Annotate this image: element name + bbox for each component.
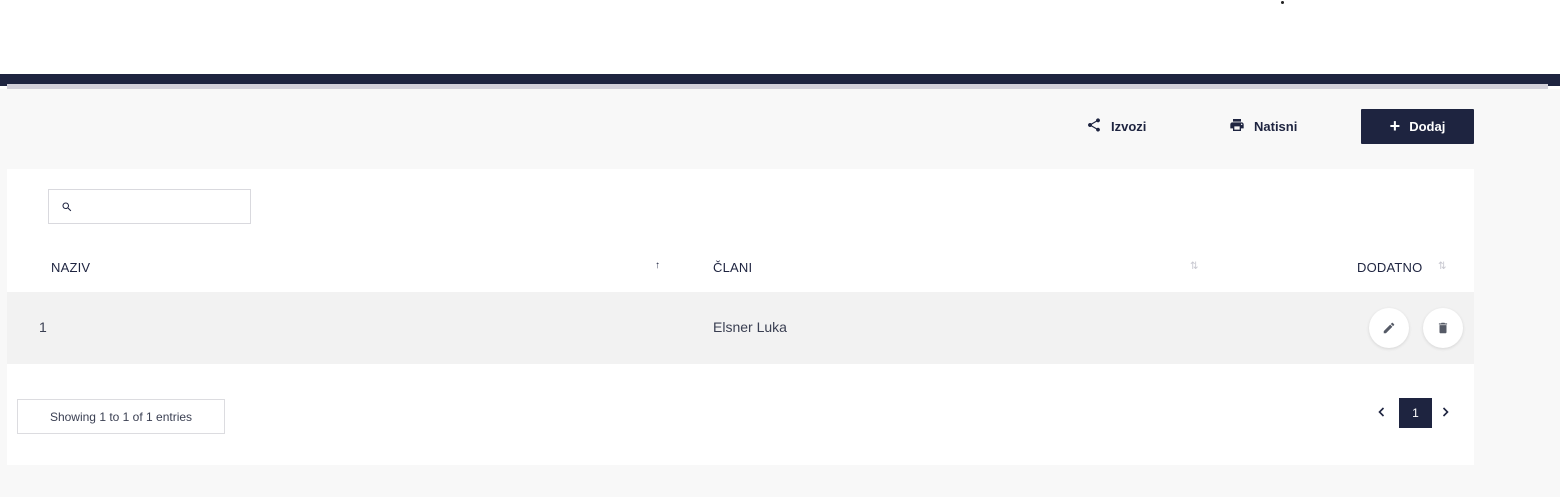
print-button[interactable]: Natisni — [1229, 109, 1297, 144]
cell-clani: Elsner Luka — [713, 319, 787, 335]
top-bar — [0, 0, 1560, 74]
sort-icon[interactable]: ⇅ — [1438, 262, 1446, 272]
export-button[interactable]: Izvozi — [1086, 109, 1146, 144]
export-label: Izvozi — [1111, 119, 1147, 134]
search-icon — [62, 202, 72, 212]
pencil-icon — [1383, 322, 1395, 334]
plus-icon: + — [1389, 115, 1401, 136]
pagination-next[interactable] — [1435, 400, 1455, 424]
column-header-naziv[interactable]: NAZIV — [51, 260, 90, 275]
print-label: Natisni — [1254, 119, 1298, 134]
pagination-previous[interactable] — [1372, 400, 1392, 424]
cell-naziv: 1 — [39, 319, 47, 335]
search-box — [48, 189, 251, 224]
search-input[interactable] — [79, 191, 247, 222]
table-card: NAZIV ↑ ČLANI ⇅ DODATNO ⇅ 1 Elsner Luka … — [7, 169, 1474, 465]
printer-icon — [1229, 117, 1245, 136]
sort-ascending-icon[interactable]: ↑ — [655, 261, 660, 271]
trash-icon — [1438, 322, 1448, 334]
table-row: 1 Elsner Luka — [7, 292, 1474, 364]
delete-button[interactable] — [1423, 308, 1463, 348]
pagination-page[interactable]: 1 — [1399, 398, 1432, 428]
add-button[interactable]: + Dodaj — [1361, 109, 1474, 144]
dot-marker — [1281, 1, 1284, 4]
add-label: Dodaj — [1409, 119, 1446, 134]
column-header-dodatno[interactable]: DODATNO — [1357, 260, 1422, 275]
chevron-left-icon — [1378, 407, 1385, 417]
edit-button[interactable] — [1369, 308, 1409, 348]
chevron-right-icon — [1442, 407, 1449, 417]
column-header-clani[interactable]: ČLANI — [713, 260, 752, 275]
share-icon — [1086, 117, 1102, 136]
entries-info: Showing 1 to 1 of 1 entries — [17, 399, 225, 434]
sort-icon[interactable]: ⇅ — [1190, 262, 1198, 272]
